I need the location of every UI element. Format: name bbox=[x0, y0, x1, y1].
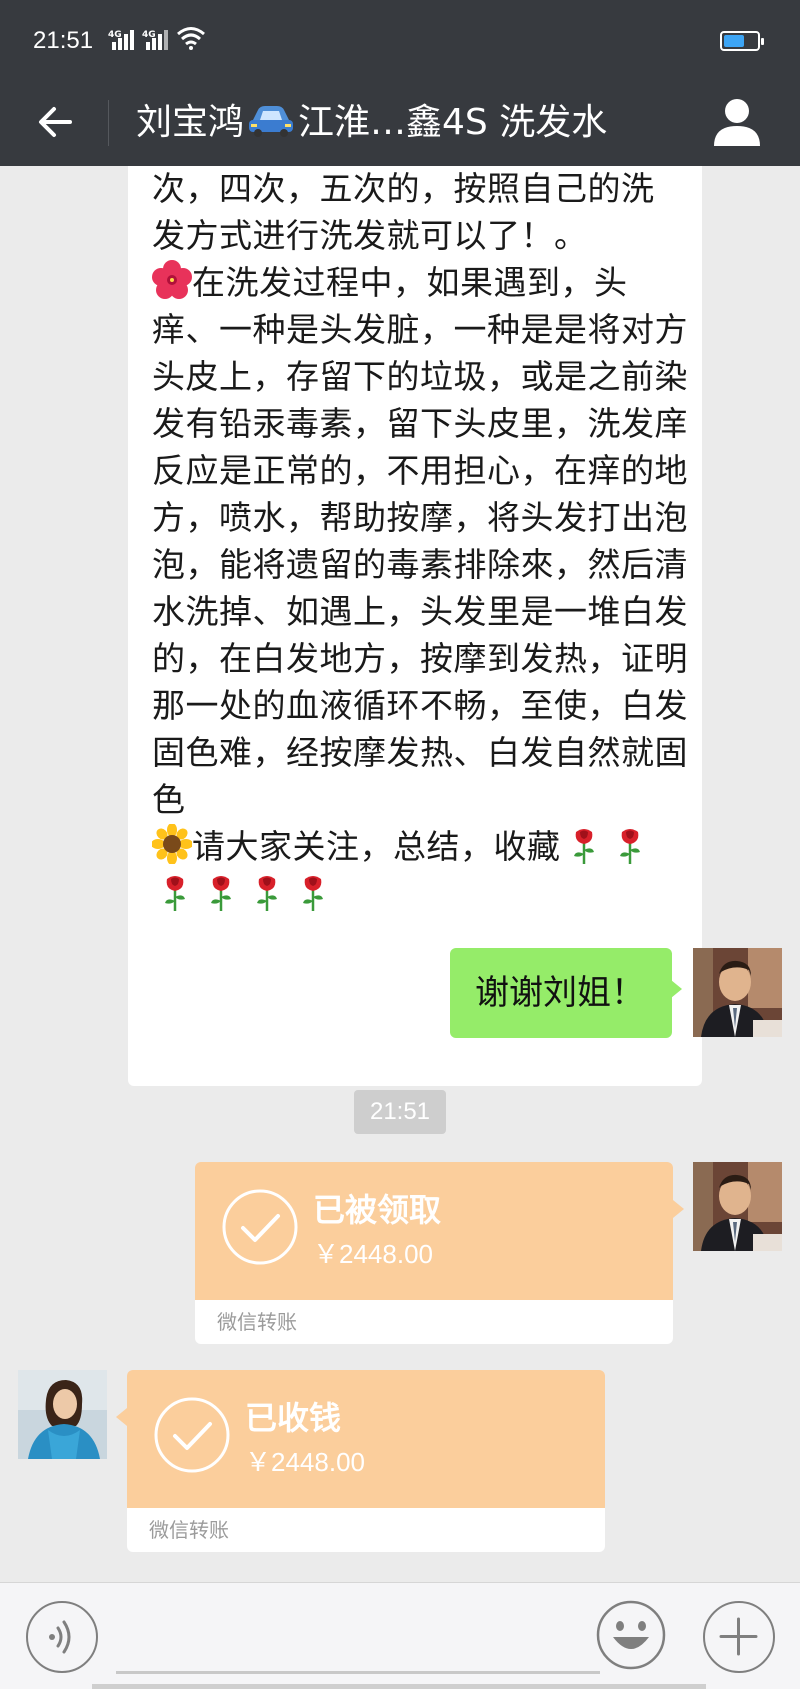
rose-icon bbox=[165, 876, 185, 911]
more-button[interactable] bbox=[703, 1601, 775, 1673]
avatar[interactable] bbox=[693, 1162, 782, 1251]
chat-title-name: 刘宝鸿 bbox=[136, 102, 245, 143]
hibiscus-icon bbox=[152, 260, 192, 299]
sunflower-icon bbox=[152, 824, 192, 864]
rose-icon bbox=[257, 876, 277, 911]
arrow-left-icon[interactable] bbox=[34, 100, 78, 144]
avatar[interactable] bbox=[693, 948, 782, 1037]
voice-icon bbox=[49, 1620, 71, 1654]
message-line-partial: 次，四次，五次的，按照自己的洗 bbox=[152, 169, 655, 208]
rose-icon bbox=[211, 876, 231, 911]
transfer-card-sent[interactable]: 已被领取 ￥2448.00 微信转账 bbox=[195, 1162, 673, 1344]
header-divider bbox=[108, 100, 109, 146]
checkmark-circle-icon bbox=[222, 1189, 298, 1265]
status-time: 21:51 bbox=[33, 27, 94, 54]
bottom-panel-edge bbox=[92, 1684, 706, 1689]
message-text: 次，四次，五次的，按照自己的洗 发方式进行洗发就可以了！。 在洗发过程中，如果遇… bbox=[152, 166, 688, 917]
input-bar bbox=[0, 1582, 800, 1689]
signal-icon bbox=[146, 30, 168, 50]
transfer-amount: ￥2448.00 bbox=[313, 1239, 433, 1269]
chat-messages[interactable]: 次，四次，五次的，按照自己的洗 发方式进行洗发就可以了！。 在洗发过程中，如果遇… bbox=[0, 166, 800, 1582]
battery-icon bbox=[720, 31, 764, 51]
chat-header: 刘宝鸿 江淮…鑫4S 洗发水 bbox=[0, 80, 800, 166]
message-paragraph-3: 请大家关注，总结，收藏 bbox=[192, 827, 561, 866]
transfer-amount: ￥2448.00 bbox=[245, 1447, 365, 1477]
status-bar: 21:51 4G 4G bbox=[0, 0, 800, 80]
transfer-card-footer: 微信转账 bbox=[195, 1300, 673, 1344]
chat-title-rest: 江淮…鑫4S 洗发水 bbox=[298, 102, 608, 143]
avatar[interactable] bbox=[18, 1370, 107, 1459]
message-input[interactable] bbox=[116, 1671, 600, 1674]
transfer-status: 已被领取 bbox=[313, 1191, 442, 1229]
rose-icon bbox=[303, 876, 323, 911]
checkmark-circle-icon bbox=[154, 1397, 230, 1473]
transfer-label: 微信转账 bbox=[217, 1310, 297, 1334]
transfer-label: 微信转账 bbox=[149, 1518, 229, 1542]
smiley-icon[interactable] bbox=[595, 1599, 667, 1671]
wifi-icon bbox=[177, 27, 205, 50]
transfer-status: 已收钱 bbox=[245, 1399, 342, 1437]
rose-icon bbox=[573, 829, 594, 864]
car-icon bbox=[249, 106, 294, 137]
message-timestamp: 21:51 bbox=[354, 1090, 446, 1134]
rose-icon bbox=[619, 829, 640, 864]
plus-icon bbox=[719, 1617, 758, 1656]
message-text: 谢谢刘姐！ bbox=[475, 973, 645, 1013]
avatar-image bbox=[693, 948, 782, 1037]
transfer-card-footer: 微信转账 bbox=[127, 1508, 605, 1552]
signal-icon bbox=[112, 30, 134, 50]
bubble-tail bbox=[116, 1408, 127, 1426]
chat-title: 刘宝鸿 江淮…鑫4S 洗发水 bbox=[136, 100, 607, 146]
transfer-card-body: 已被领取 ￥2448.00 bbox=[195, 1162, 673, 1300]
bubble-tail bbox=[673, 1200, 684, 1218]
avatar-image bbox=[693, 1162, 782, 1251]
transfer-card-received[interactable]: 已收钱 ￥2448.00 微信转账 bbox=[127, 1370, 605, 1552]
transfer-card-body: 已收钱 ￥2448.00 bbox=[127, 1370, 605, 1508]
voice-button[interactable] bbox=[26, 1601, 98, 1673]
avatar-image bbox=[18, 1370, 107, 1459]
message-paragraph-1: 发方式进行洗发就可以了！。 bbox=[152, 216, 588, 255]
person-icon[interactable] bbox=[712, 96, 762, 148]
message-bubble-sent[interactable]: 谢谢刘姐！ bbox=[450, 948, 682, 1038]
message-paragraph-2: 在洗发过程中，如果遇到，头痒、一种是头发脏，一种是是将对方头皮上，存留下的垃圾，… bbox=[152, 263, 688, 819]
